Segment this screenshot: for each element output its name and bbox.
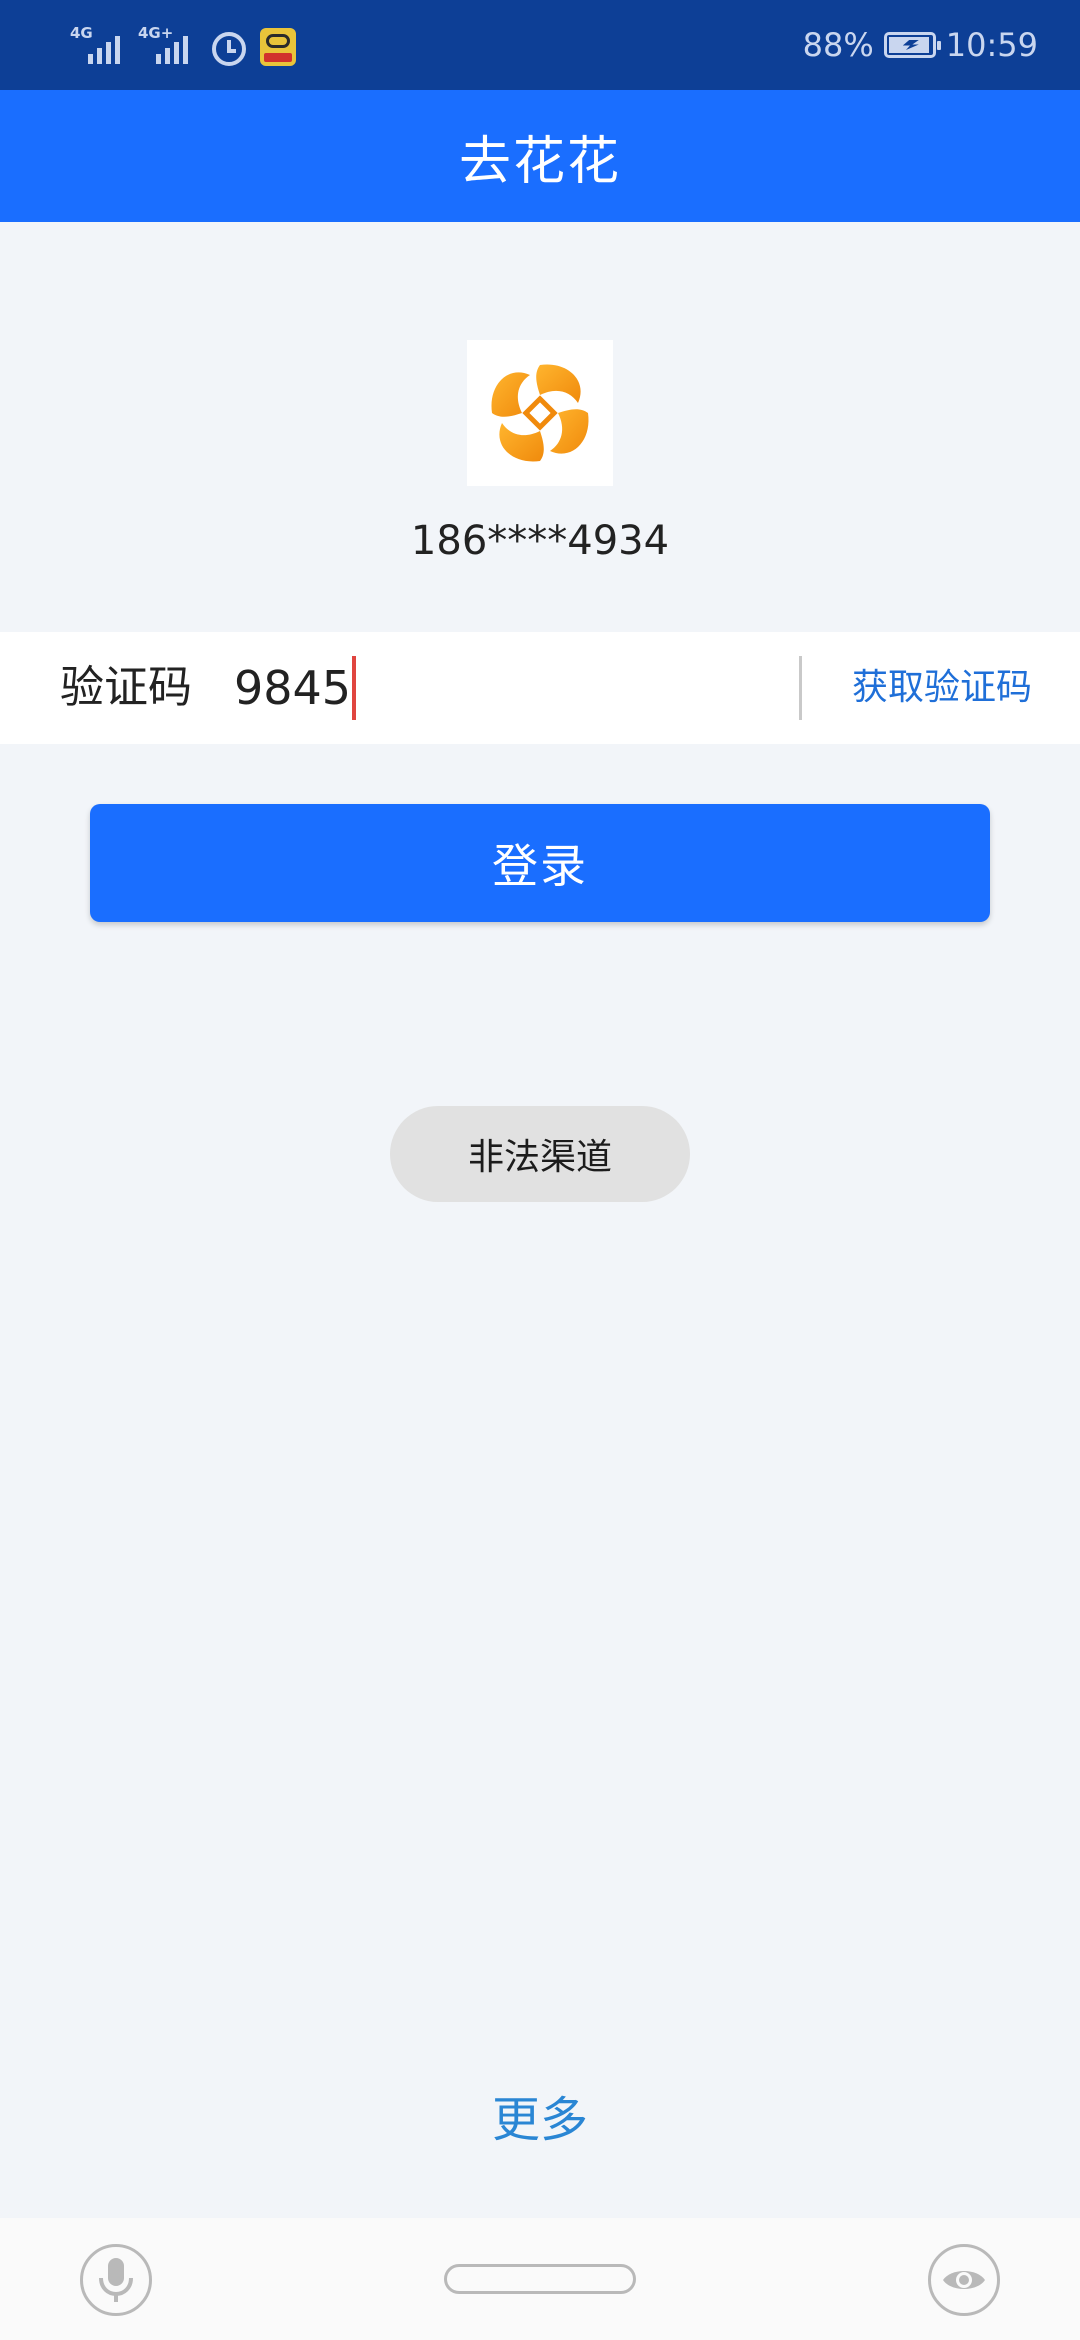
verification-code-value: 9845 — [234, 661, 352, 715]
home-handle[interactable] — [444, 2264, 636, 2294]
verification-code-input[interactable]: 9845 — [234, 632, 357, 744]
navigation-bar — [0, 2218, 1080, 2340]
text-caret — [352, 655, 357, 720]
phone-number: 186****4934 — [410, 518, 670, 564]
alarm-icon — [212, 32, 246, 66]
toast-message: 非法渠道 — [390, 1106, 690, 1202]
status-left: 4G 4G+ — [70, 24, 296, 66]
clock: 10:59 — [945, 26, 1038, 64]
signal-icon: 4G+ — [138, 26, 196, 66]
microphone-glyph — [99, 2258, 133, 2302]
eye-icon[interactable] — [928, 2244, 1000, 2316]
more-link[interactable]: 更多 — [0, 2080, 1080, 2150]
microphone-icon[interactable] — [80, 2244, 152, 2316]
login-button[interactable]: 登录 — [90, 804, 990, 922]
toast-text: 非法渠道 — [467, 1137, 612, 1178]
divider — [799, 656, 802, 720]
page-title: 去花花 — [458, 131, 621, 192]
login-screen: 4G 4G+ 88% 10:59 去花花 186****4934 验证码 984… — [0, 0, 1080, 2340]
status-right: 88% 10:59 — [803, 22, 1038, 68]
app-logo-icon — [467, 340, 613, 486]
login-button-label: 登录 — [492, 839, 588, 893]
battery-percent: 88% — [802, 26, 874, 64]
get-code-button[interactable]: 获取验证码 — [852, 632, 1032, 744]
eye-glyph — [943, 2271, 985, 2289]
app-notification-icon — [260, 28, 296, 66]
verification-code-label: 验证码 — [60, 662, 192, 713]
signal-icon: 4G — [70, 26, 128, 66]
verification-code-row: 验证码 9845 获取验证码 — [0, 632, 1080, 744]
logo-graphic — [491, 364, 589, 462]
status-bar: 4G 4G+ 88% 10:59 — [0, 0, 1080, 90]
battery-charging-icon — [883, 32, 941, 58]
app-bar: 去花花 — [0, 90, 1080, 222]
